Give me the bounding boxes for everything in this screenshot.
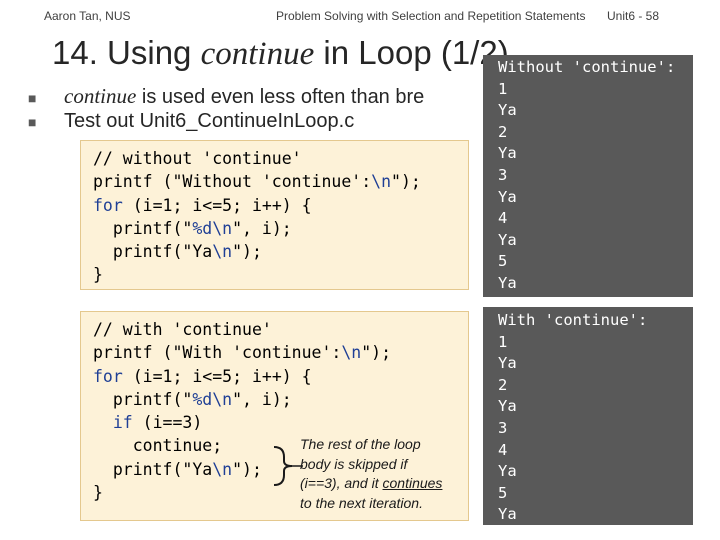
- output-line: 3: [498, 418, 508, 437]
- output-line: Ya: [498, 397, 517, 416]
- annotation-line: (i==3), and it continues: [300, 474, 465, 494]
- output-line: Ya: [498, 144, 517, 163]
- output-line: 2: [498, 375, 508, 394]
- output-line: 4: [498, 209, 508, 228]
- output-line: 1: [498, 332, 508, 351]
- output-line: 5: [498, 483, 508, 502]
- output-line: Ya: [498, 101, 517, 120]
- slide-title-keyword: continue: [200, 36, 315, 72]
- header-slide-number: Unit6 - 58: [607, 9, 660, 23]
- output-console-without-continue: Without 'continue': 1 Ya 2 Ya 3 Ya 4 Ya 5 Ya: [483, 55, 693, 297]
- slide-title: 14. Using continue in Loop (1/2): [52, 34, 509, 73]
- code-line: if (i==3): [112, 413, 203, 433]
- output-line: Ya: [498, 230, 517, 249]
- bullet-text: Test out Unit6_ContinueInLoop.c: [64, 110, 355, 132]
- output-line: Ya: [498, 187, 517, 206]
- code-line: for (i=1; i<=5; i++) {: [93, 366, 312, 386]
- annotation-line: to the next iteration.: [300, 494, 423, 511]
- header-title: Problem Solving with Selection and Repet…: [276, 9, 586, 23]
- code-line: }: [93, 265, 103, 285]
- code-line: for (i=1; i<=5; i++) {: [93, 195, 312, 215]
- output-line: Ya: [498, 273, 517, 292]
- output-line: 4: [498, 440, 508, 459]
- square-bullet-icon: ■: [28, 89, 37, 106]
- loop-annotation: The rest of the loop body is skipped if …: [300, 435, 465, 513]
- output-line: 3: [498, 165, 508, 184]
- bullet-keyword: continue: [64, 84, 137, 108]
- brace-icon: [273, 446, 303, 486]
- annotation-emphasis: continues: [382, 475, 443, 491]
- output-line: Ya: [498, 462, 517, 481]
- code-line: printf("Ya\n");: [93, 242, 262, 262]
- code-line: // without 'continue': [93, 149, 302, 168]
- code-line: // with 'continue': [93, 320, 272, 339]
- code-line: printf("%d\n", i);: [93, 389, 292, 409]
- output-line: Without 'continue':: [498, 58, 676, 76]
- output-line: With 'continue':: [498, 311, 648, 329]
- slide-title-suffix: in Loop (1/2): [314, 34, 509, 71]
- code-line: printf("%d\n", i);: [93, 218, 292, 238]
- output-line: 1: [498, 79, 508, 98]
- annotation-text: (i==3), and it: [300, 475, 383, 491]
- output-line: 2: [498, 122, 508, 141]
- bullet-text: is used even less often than bre: [136, 86, 425, 108]
- bullet-item: ■ continue is used even less often than b…: [28, 84, 424, 109]
- output-line: Ya: [498, 505, 517, 524]
- annotation-line: body is skipped if: [300, 455, 408, 472]
- output-line: Ya: [498, 354, 517, 373]
- header-author: Aaron Tan, NUS: [44, 9, 131, 23]
- code-block-without-continue: // without 'continue' printf ("Without 'c…: [80, 140, 469, 290]
- code-line: printf ("Without 'continue':\n");: [93, 172, 421, 192]
- bullet-item: ■ Test out Unit6_ContinueInLoop.c: [28, 110, 354, 133]
- output-console-with-continue: With 'continue': 1 Ya 2 Ya 3 4 Ya 5 Ya: [483, 307, 693, 525]
- annotation-line: The rest of the loop: [300, 436, 421, 452]
- square-bullet-icon: ■: [28, 113, 37, 130]
- code-line: printf ("With 'continue':\n");: [93, 343, 392, 363]
- slide-title-prefix: 14. Using: [52, 34, 201, 71]
- output-line: 5: [498, 252, 508, 271]
